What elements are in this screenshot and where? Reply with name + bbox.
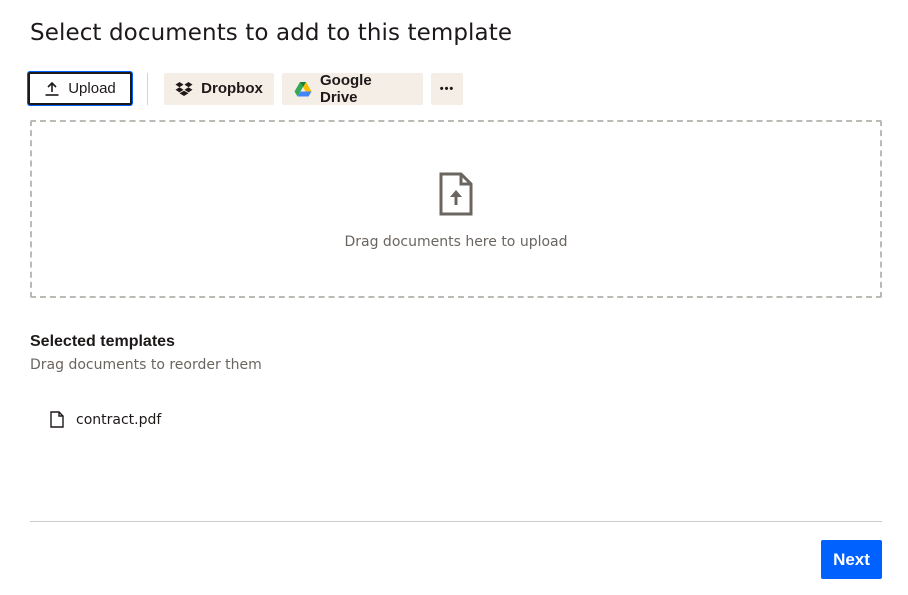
dropbox-icon xyxy=(175,81,193,97)
dropzone-hint: Drag documents here to upload xyxy=(344,234,568,250)
dropbox-button-label: Dropbox xyxy=(201,80,263,97)
selected-templates-subtitle: Drag documents to reorder them xyxy=(30,357,262,373)
upload-icon xyxy=(44,81,60,97)
google-drive-button[interactable]: Google Drive xyxy=(282,71,423,106)
toolbar-divider xyxy=(147,72,148,105)
file-icon xyxy=(50,411,64,428)
selected-templates-heading: Selected templates xyxy=(30,333,175,350)
google-drive-button-label: Google Drive xyxy=(320,71,372,106)
google-drive-icon xyxy=(294,81,312,97)
upload-button[interactable]: Upload xyxy=(28,72,132,105)
page-title: Select documents to add to this template xyxy=(30,20,513,46)
file-name: contract.pdf xyxy=(76,411,162,428)
more-options-icon: ••• xyxy=(439,82,455,95)
source-toolbar: Upload Dropbox Google Drive ••• xyxy=(28,71,463,106)
upload-button-label: Upload xyxy=(68,80,116,97)
more-options-button[interactable]: ••• xyxy=(431,72,463,105)
dropbox-button[interactable]: Dropbox xyxy=(164,72,274,105)
upload-dropzone[interactable]: Drag documents here to upload xyxy=(30,120,882,298)
next-button[interactable]: Next xyxy=(821,540,882,579)
footer-divider xyxy=(30,521,882,522)
list-item[interactable]: contract.pdf xyxy=(50,411,161,428)
document-upload-icon xyxy=(438,172,474,216)
